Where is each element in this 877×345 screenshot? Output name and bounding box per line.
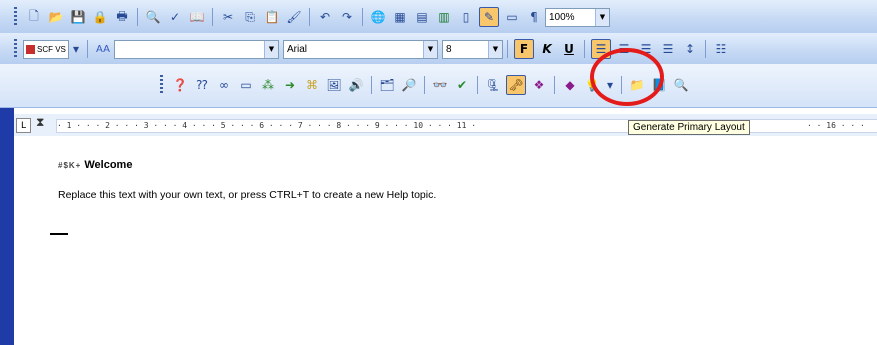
find-topic-icon[interactable]: 🔎 [400, 76, 418, 94]
research-icon[interactable]: 📖 [188, 8, 206, 26]
font-name-value: Arial [287, 43, 308, 55]
line-spacing-icon[interactable]: ↕ [681, 40, 699, 58]
scf-icon [26, 44, 35, 54]
view-result-icon[interactable]: ❖ [530, 76, 548, 94]
print-preview-icon[interactable]: 🔍 [144, 8, 162, 26]
separator [309, 8, 310, 26]
style-combo[interactable]: ▼ [114, 39, 279, 59]
highlight-circle [590, 48, 664, 106]
separator [371, 76, 372, 94]
toolbar-grip[interactable] [14, 39, 17, 59]
numbering-icon[interactable]: ☷ [712, 40, 730, 58]
help-authoring-toolbar: ❓ ⁇ ∞ ▭ ⁂ ➜ ⌘ 🖼 🔊 🗂 🔎 👓 ✔ 🗜 🗝 ❖ ◆ 💡 ▾ 📁 … [0, 64, 877, 108]
ruler-ticks: · 1 · · · 2 · · · 3 · · · 4 · · · 5 · · … [57, 121, 477, 130]
text-cursor [50, 233, 68, 235]
separator [584, 40, 585, 58]
separator [424, 76, 425, 94]
sound-icon[interactable]: 🔊 [347, 76, 365, 94]
keyword-icon[interactable]: ➜ [281, 76, 299, 94]
separator [362, 8, 363, 26]
open-folder-icon[interactable]: 📂 [47, 8, 65, 26]
separator [507, 40, 508, 58]
indent-marker-icon[interactable]: ⧗ [36, 115, 44, 130]
italic-button[interactable]: K [538, 40, 556, 58]
redo-icon[interactable]: ↷ [338, 8, 356, 26]
print-icon[interactable]: 🖶 [113, 8, 131, 26]
separator [477, 76, 478, 94]
tooltip: Generate Primary Layout [628, 120, 750, 135]
index-icon[interactable]: ⌘ [303, 76, 321, 94]
chevron-down-icon[interactable]: ▼ [595, 8, 609, 26]
check-icon[interactable]: ✔ [453, 76, 471, 94]
save-icon[interactable]: 💾 [69, 8, 87, 26]
underline-button[interactable]: U [560, 40, 578, 58]
show-hide-icon[interactable]: ¶ [525, 8, 543, 26]
toolbar-options-icon[interactable]: ▾ [71, 40, 81, 58]
copy-icon[interactable]: ⎘ [241, 8, 259, 26]
zoom-value: 100% [549, 11, 575, 23]
binoculars-icon[interactable]: 👓 [431, 76, 449, 94]
font-size-combo[interactable]: 8 ▼ [442, 39, 503, 59]
separator [87, 40, 88, 58]
footnote-marks: #$K+ [58, 161, 82, 170]
columns-icon[interactable]: ▯ [457, 8, 475, 26]
formatting-toolbar: SCF VS ▾ AA ▼ Arial ▼ 8 ▼ F K U ☰ ☰ ☰ ☰ … [0, 33, 877, 65]
font-name-combo[interactable]: Arial ▼ [283, 39, 438, 59]
link-icon[interactable]: ∞ [215, 76, 233, 94]
paste-icon[interactable]: 📋 [263, 8, 281, 26]
new-document-icon[interactable]: 🗋 [25, 8, 43, 26]
tab-selector[interactable]: L [16, 118, 31, 133]
separator [554, 76, 555, 94]
hyperlink-icon[interactable]: 🌐 [369, 8, 387, 26]
ruler-tick-16: · · 16 · · · [807, 121, 865, 130]
document-map-icon[interactable]: ▭ [503, 8, 521, 26]
chevron-down-icon[interactable]: ▼ [264, 40, 278, 58]
image-icon[interactable]: 🖼 [325, 76, 343, 94]
topic-body-text[interactable]: Replace this text with your own text, or… [58, 189, 436, 201]
topic-list-icon[interactable]: ◆ [561, 76, 579, 94]
generate-primary-layout-icon[interactable]: 🗝 [506, 75, 526, 95]
heading-text: Welcome [84, 159, 133, 171]
context-help-icon[interactable]: ⁇ [193, 76, 211, 94]
format-painter-icon[interactable]: 🖌 [285, 8, 303, 26]
zoom-topic-icon[interactable]: 🔍 [672, 76, 690, 94]
cut-icon[interactable]: ✂ [219, 8, 237, 26]
compile-icon[interactable]: 🗜 [484, 76, 502, 94]
ruler-track[interactable]: · 1 · · · 2 · · · 3 · · · 4 · · · 5 · · … [56, 119, 877, 133]
undo-icon[interactable]: ↶ [316, 8, 334, 26]
toolbar-grip[interactable] [14, 7, 17, 27]
scf-label: SCF VS [37, 44, 66, 54]
separator [137, 8, 138, 26]
font-size-value: 8 [446, 43, 452, 55]
properties-icon[interactable]: 🗂 [378, 76, 396, 94]
tables-borders-icon[interactable]: ▦ [391, 8, 409, 26]
permission-icon[interactable]: 🔒 [91, 8, 109, 26]
popup-icon[interactable]: ▭ [237, 76, 255, 94]
justify-icon[interactable]: ☰ [659, 40, 677, 58]
topic-heading[interactable]: #$K+ Welcome [58, 159, 132, 171]
chevron-down-icon[interactable]: ▼ [488, 40, 502, 58]
separator [212, 8, 213, 26]
bold-button[interactable]: F [514, 39, 534, 59]
drawing-icon[interactable]: ✎ [479, 7, 499, 27]
chevron-down-icon[interactable]: ▼ [423, 40, 437, 58]
spelling-icon[interactable]: ✓ [166, 8, 184, 26]
styles-icon[interactable]: AA [94, 40, 112, 58]
separator [705, 40, 706, 58]
standard-toolbar: 🗋 📂 💾 🔒 🖶 🔍 ✓ 📖 ✂ ⎘ 📋 🖌 ↶ ↷ 🌐 ▦ ▤ ▥ ▯ ✎ … [0, 0, 877, 34]
related-topics-icon[interactable]: ⁂ [259, 76, 277, 94]
insert-excel-icon[interactable]: ▥ [435, 8, 453, 26]
toolbar-grip[interactable] [160, 75, 163, 95]
zoom-combo[interactable]: 100% ▼ [545, 7, 610, 27]
insert-table-icon[interactable]: ▤ [413, 8, 431, 26]
scf-vs-button[interactable]: SCF VS [23, 39, 69, 59]
document-area[interactable] [14, 136, 877, 345]
help-topic-icon[interactable]: ❓ [171, 76, 189, 94]
